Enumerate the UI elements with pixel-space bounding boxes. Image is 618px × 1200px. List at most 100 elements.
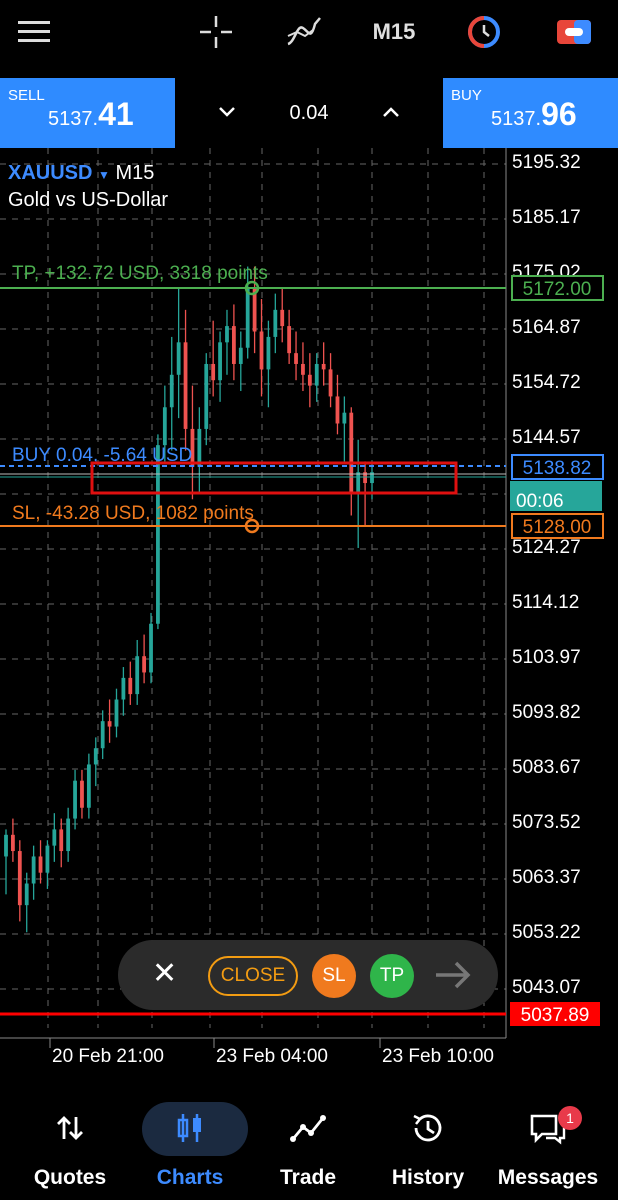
x-tick-label: 23 Feb 10:00 xyxy=(382,1046,494,1067)
buy-button[interactable]: BUY 5137.96 xyxy=(443,78,618,148)
menu-icon[interactable] xyxy=(16,14,52,50)
countdown-label: 00:06 xyxy=(516,491,564,512)
toggle-icon[interactable] xyxy=(554,14,594,50)
symbol-timeframe: M15 xyxy=(115,162,155,184)
x-tick-label: 23 Feb 04:00 xyxy=(216,1046,328,1067)
candle-body xyxy=(197,428,202,467)
indicators-icon[interactable] xyxy=(284,14,324,50)
candle-body xyxy=(259,331,264,370)
candle-body xyxy=(307,374,312,386)
nav-history[interactable]: History xyxy=(366,1090,490,1200)
candle-body xyxy=(59,829,64,852)
chevron-up-icon[interactable] xyxy=(379,100,403,124)
close-position-button[interactable]: CLOSE xyxy=(208,956,298,996)
nav-quotes[interactable]: Quotes xyxy=(8,1090,132,1200)
close-icon[interactable]: ✕ xyxy=(152,956,177,991)
nav-charts[interactable]: Charts xyxy=(128,1090,252,1200)
top-toolbar: M15 xyxy=(0,0,618,78)
candle-body xyxy=(4,834,8,857)
chart-type-icon[interactable] xyxy=(464,14,504,50)
buy-price-main: 5137. xyxy=(491,108,542,130)
y-tick-label: 5103.97 xyxy=(512,647,581,668)
candle-body xyxy=(328,369,333,397)
y-tick-label: 5195.32 xyxy=(512,152,581,173)
charts-icon xyxy=(177,1114,201,1142)
candle-body xyxy=(287,326,292,354)
trade-bar: SELL 5137.41 0.04 BUY 5137.96 xyxy=(0,78,618,148)
y-tick-label: 5053.22 xyxy=(512,922,581,943)
nav-label: Quotes xyxy=(33,1166,107,1189)
position-action-pill: ✕ CLOSE SL TP xyxy=(118,940,498,1010)
candle-body xyxy=(24,883,29,906)
trade-icon xyxy=(290,1115,326,1142)
candle-body xyxy=(52,829,57,846)
y-tick-label: 5154.72 xyxy=(512,372,581,393)
arrow-right-icon[interactable] xyxy=(434,958,474,992)
x-tick-label: 20 Feb 21:00 xyxy=(52,1046,164,1067)
bottom-nav: Quotes Charts Trade History 1 Messages xyxy=(0,1090,618,1200)
candle-body xyxy=(80,780,84,808)
y-tick-label: 5164.87 xyxy=(512,317,581,338)
nav-label: Messages xyxy=(497,1166,599,1189)
candle-body xyxy=(45,845,50,873)
symbol-header[interactable]: XAUUSD ▼ M15 xyxy=(8,162,154,185)
dropdown-triangle-icon: ▼ xyxy=(98,168,110,182)
candle-body xyxy=(31,856,36,884)
candle-body xyxy=(156,445,160,624)
candle-body xyxy=(11,834,15,852)
tp-button[interactable]: TP xyxy=(370,954,414,998)
candle-body xyxy=(301,363,305,375)
y-tick-label: 5124.27 xyxy=(512,537,581,558)
history-icon xyxy=(413,1114,442,1142)
candle-body xyxy=(100,721,105,749)
candle-body xyxy=(204,363,209,429)
candle-body xyxy=(335,396,340,424)
symbol-description: Gold vs US-Dollar xyxy=(8,189,169,211)
sl-line-label: SL, -43.28 USD, 1082 points xyxy=(12,503,254,524)
candle-body xyxy=(321,363,326,370)
candle-body xyxy=(183,342,188,429)
crosshair-icon[interactable] xyxy=(196,14,236,50)
candle-body xyxy=(93,748,98,765)
candle-body xyxy=(176,342,181,375)
candle-body xyxy=(142,656,147,673)
candle-body xyxy=(86,764,91,808)
candle-body xyxy=(280,309,285,327)
candle-body xyxy=(38,856,43,873)
price-chart[interactable]: 5195.32 5185.17 5175.02 5164.87 5154.72 5144.… xyxy=(0,148,618,1078)
nav-trade[interactable]: Trade xyxy=(246,1090,370,1200)
candle-body xyxy=(169,374,174,408)
candle-body xyxy=(349,412,354,494)
candle-body xyxy=(211,363,216,381)
candle-body xyxy=(294,353,298,364)
candle-body xyxy=(356,472,361,494)
buy-label: BUY xyxy=(451,87,482,104)
highlight-box xyxy=(90,461,458,495)
y-tick-label: 5114.12 xyxy=(512,592,579,613)
y-tick-label: 5144.57 xyxy=(512,427,581,448)
quotes-icon xyxy=(57,1116,83,1140)
candle-body xyxy=(162,407,167,446)
candle-body xyxy=(114,699,119,727)
y-tick-label: 5063.37 xyxy=(512,867,581,888)
sell-button[interactable]: SELL 5137.41 xyxy=(0,78,175,148)
sl-button[interactable]: SL xyxy=(312,954,356,998)
timeframe-label: M15 xyxy=(372,19,416,44)
y-tick-label: 5043.07 xyxy=(512,977,581,998)
candle-body xyxy=(218,342,222,381)
sell-price-main: 5137. xyxy=(48,108,99,130)
nav-label: History xyxy=(391,1166,465,1189)
candle-body xyxy=(66,818,71,852)
candle-body xyxy=(273,309,278,337)
candle-body xyxy=(245,288,250,348)
candle-body xyxy=(314,363,319,386)
y-tick-label: 5185.17 xyxy=(512,207,581,228)
nav-messages[interactable]: 1 Messages xyxy=(486,1090,610,1200)
buy-price-pips: 96 xyxy=(541,96,577,132)
candle-body xyxy=(266,336,271,370)
low-price-label: 5037.89 xyxy=(521,1005,590,1026)
buy-price-label: 5138.82 xyxy=(523,458,592,479)
timeframe-button[interactable]: M15 xyxy=(364,14,424,50)
candle-body xyxy=(342,412,347,424)
chart-canvas[interactable]: 5195.325185.175175.025164.875154.725144.… xyxy=(0,148,618,1078)
